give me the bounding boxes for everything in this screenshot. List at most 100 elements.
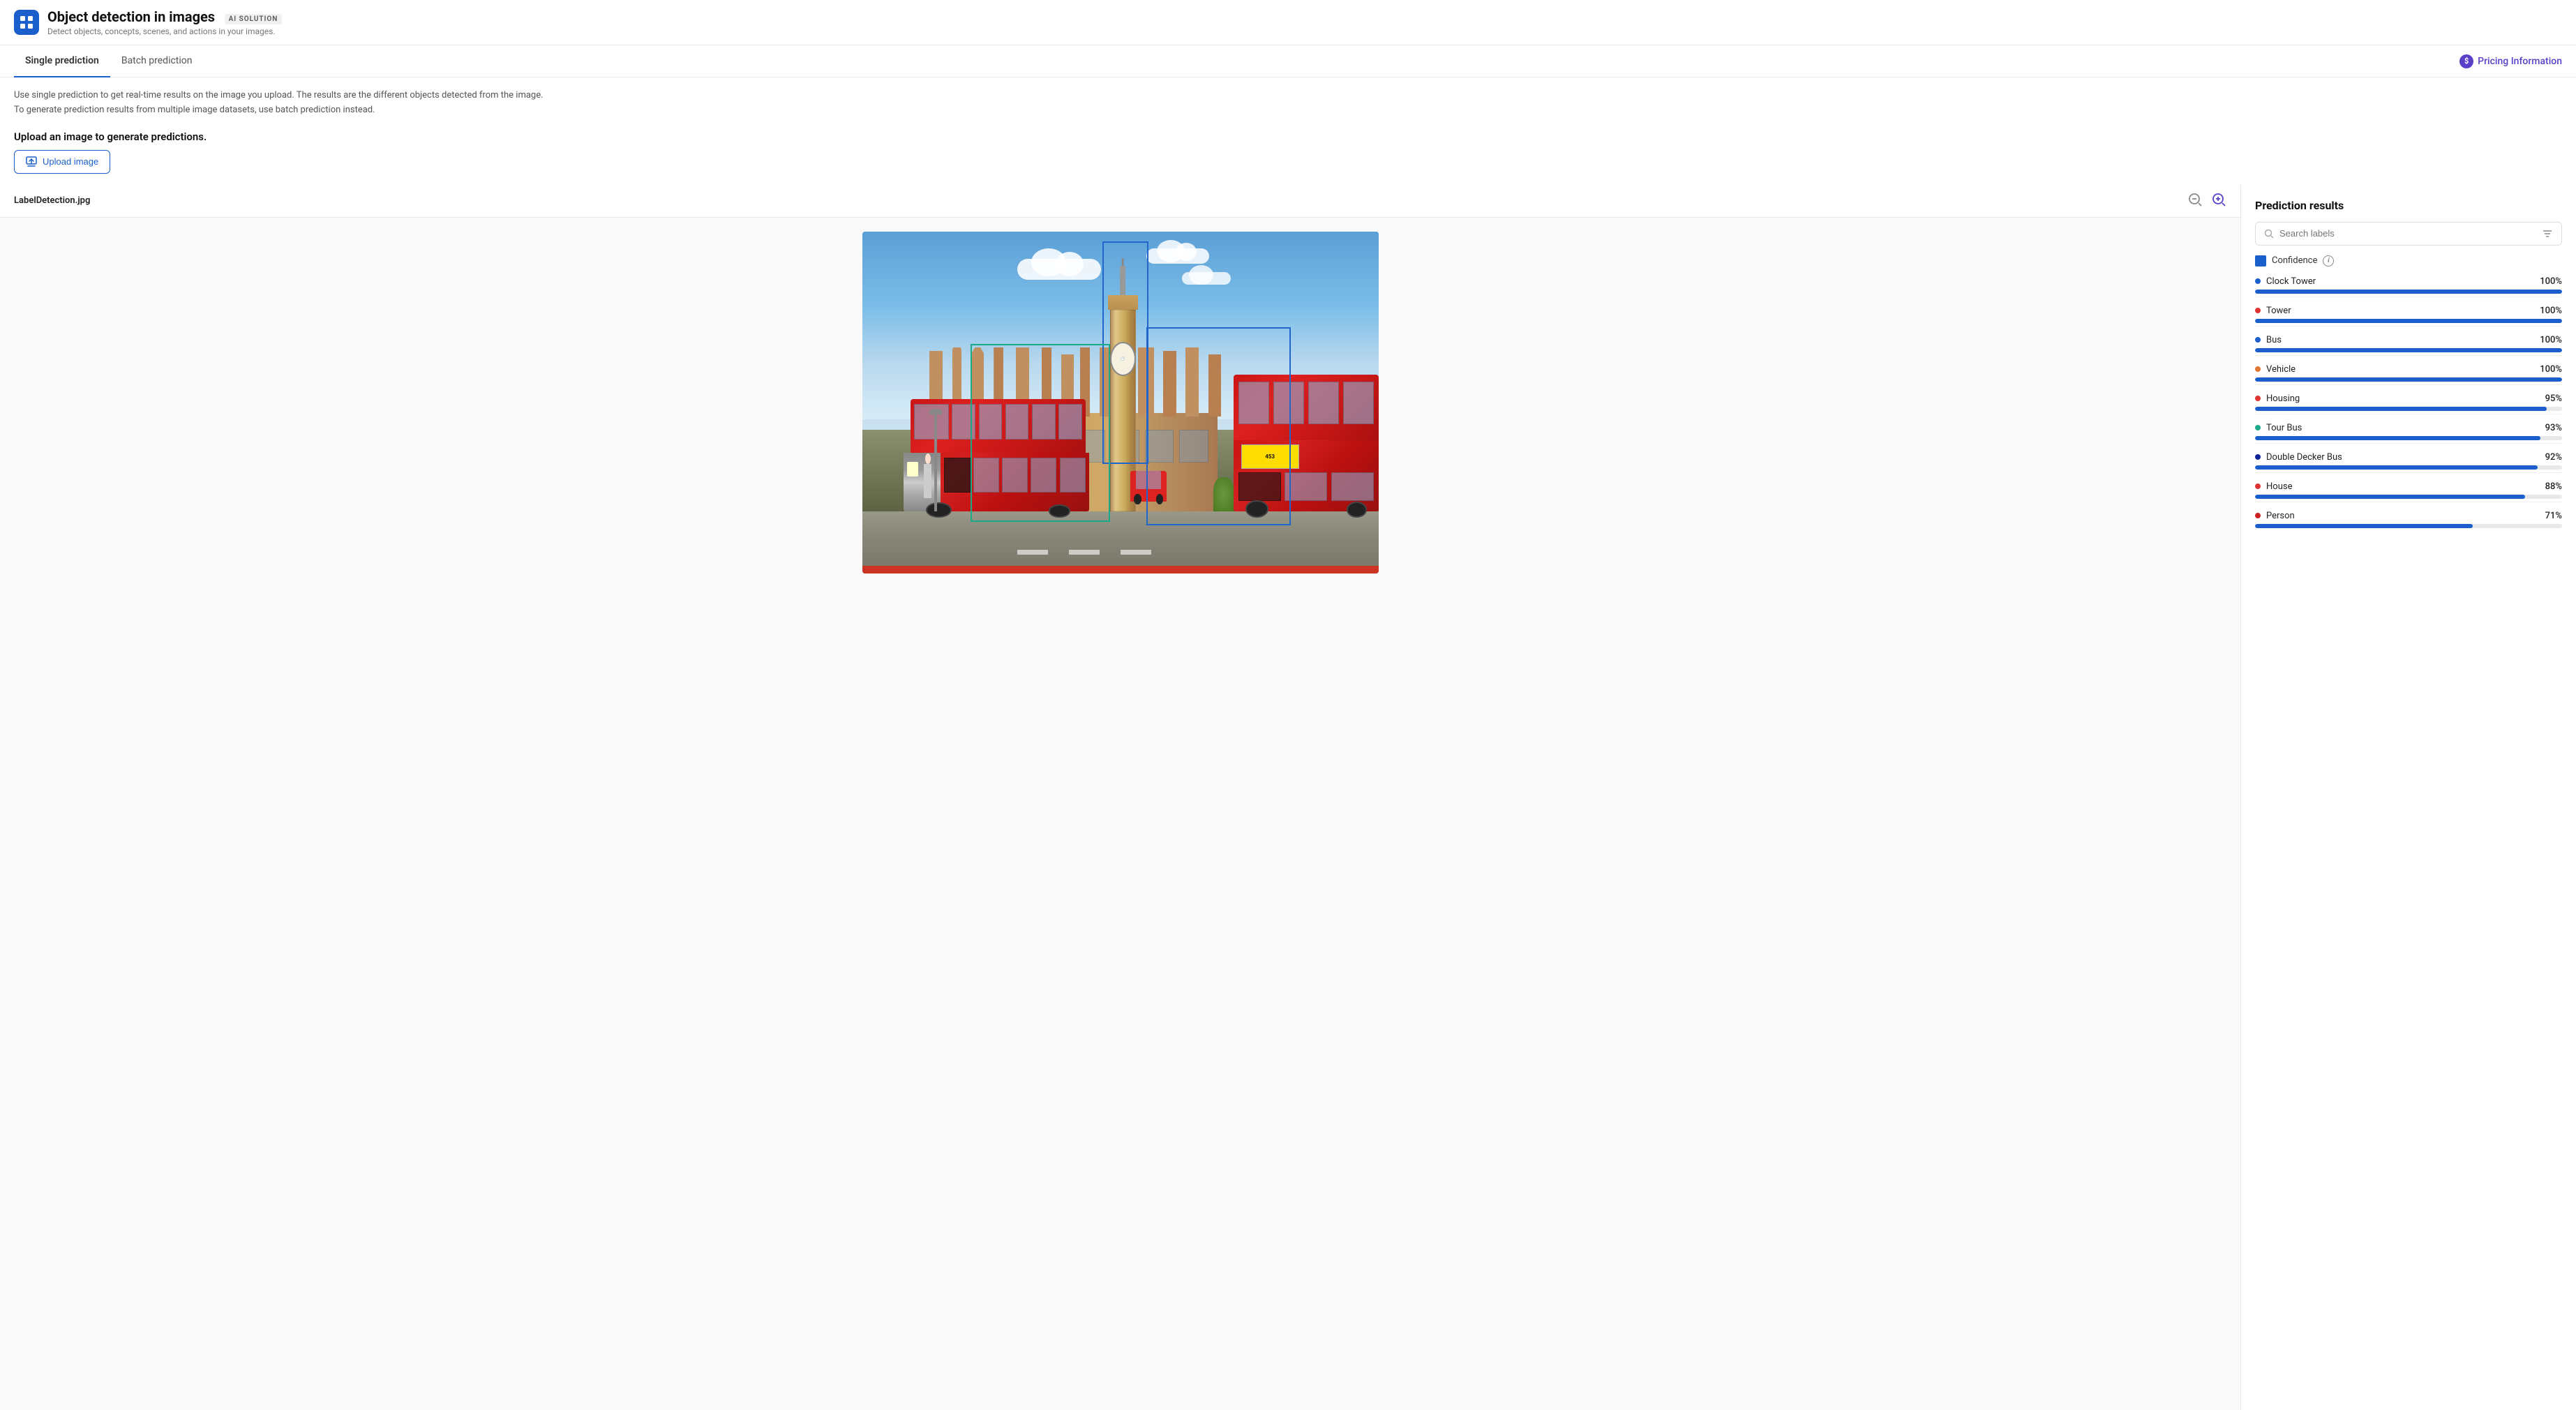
cloud3 [1182, 272, 1231, 285]
app-logo [14, 10, 39, 35]
pricing-label: Pricing Information [2478, 56, 2562, 67]
app-subtitle: Detect objects, concepts, scenes, and ac… [47, 27, 282, 36]
image-wrapper: 🕐 [862, 232, 1379, 573]
cloud2 [1146, 248, 1209, 264]
prediction-item-clock-tower: Clock Tower 100% [2255, 276, 2562, 297]
app-header: Object detection in images AI SOLUTION D… [0, 0, 2576, 45]
prediction-item-housing: Housing 95% [2255, 393, 2562, 414]
bar-bg-clock-tower [2255, 290, 2562, 294]
results-panel: Prediction results Confidence i [2241, 185, 2576, 1410]
dot-bus [2255, 337, 2261, 343]
bar-fill-vehicle [2255, 377, 2562, 382]
bar-fill-double-decker-bus [2255, 465, 2538, 470]
bar-bg-vehicle [2255, 377, 2562, 382]
upload-section: Upload an image to generate predictions.… [0, 123, 2576, 185]
dot-double-decker-bus [2255, 454, 2261, 460]
pct-person: 71% [2545, 511, 2562, 521]
results-title: Prediction results [2255, 199, 2562, 212]
tree2 [1213, 477, 1234, 511]
description-line1: Use single prediction to get real-time r… [14, 89, 2562, 103]
info-icon[interactable]: i [2323, 255, 2334, 267]
bar-fill-person [2255, 524, 2473, 528]
pricing-link[interactable]: $ Pricing Information [2459, 54, 2562, 68]
pct-housing: 95% [2545, 393, 2562, 404]
label-tour-bus: Tour Bus [2266, 423, 2302, 433]
dot-tour-bus [2255, 425, 2261, 430]
prediction-item-house: House 88% [2255, 481, 2562, 502]
bar-bg-tower [2255, 319, 2562, 323]
prediction-item-vehicle: Vehicle 100% [2255, 364, 2562, 385]
bar-bg-bus [2255, 348, 2562, 352]
search-labels-input[interactable] [2279, 228, 2536, 239]
pct-double-decker-bus: 92% [2545, 452, 2562, 463]
label-house: House [2266, 481, 2292, 492]
label-vehicle: Vehicle [2266, 364, 2296, 375]
label-clock-tower: Clock Tower [2266, 276, 2316, 287]
tab-batch-prediction[interactable]: Batch prediction [110, 45, 204, 77]
bar-bg-double-decker-bus [2255, 465, 2562, 470]
pct-vehicle: 100% [2540, 364, 2562, 375]
pct-house: 88% [2545, 481, 2562, 492]
red-car [1130, 471, 1167, 502]
pct-bus: 100% [2540, 335, 2562, 345]
label-person: Person [2266, 511, 2295, 521]
prediction-item-bus: Bus 100% [2255, 335, 2562, 356]
zoom-in-button[interactable] [2211, 192, 2226, 210]
upload-icon [26, 156, 37, 167]
upload-button-label: Upload image [43, 156, 98, 167]
ai-badge: AI SOLUTION [225, 14, 283, 24]
prediction-item-tour-bus: Tour Bus 93% [2255, 423, 2562, 444]
lamppost [934, 409, 937, 511]
bar-fill-house [2255, 495, 2525, 499]
dot-vehicle [2255, 366, 2261, 372]
person-figure [924, 464, 931, 498]
upload-button[interactable]: Upload image [14, 150, 110, 174]
label-double-decker-bus: Double Decker Bus [2266, 452, 2342, 463]
cloud1 [1017, 259, 1101, 280]
confidence-color-box [2255, 255, 2266, 267]
app-title: Object detection in images [47, 8, 215, 25]
image-filename: LabelDetection.jpg [14, 195, 90, 206]
pct-tower: 100% [2540, 306, 2562, 316]
search-icon [2264, 229, 2274, 239]
bar-fill-tour-bus [2255, 436, 2540, 440]
image-container[interactable]: 🕐 [0, 218, 2240, 1410]
pct-clock-tower: 100% [2540, 276, 2562, 287]
description-area: Use single prediction to get real-time r… [0, 77, 2576, 123]
zoom-out-button[interactable] [2187, 192, 2203, 210]
road [862, 511, 1379, 573]
zoom-controls [2187, 192, 2226, 210]
bar-fill-clock-tower [2255, 290, 2562, 294]
dot-clock-tower [2255, 278, 2261, 284]
bar-fill-housing [2255, 407, 2547, 411]
scene-image: 🕐 [862, 232, 1379, 573]
dot-tower [2255, 308, 2261, 313]
image-toolbar: LabelDetection.jpg [0, 185, 2240, 218]
bus-right: 453 [1234, 375, 1378, 511]
dot-housing [2255, 396, 2261, 401]
zoom-in-icon [2211, 192, 2226, 207]
pct-tour-bus: 93% [2545, 423, 2562, 433]
image-panel: LabelDetection.jpg [0, 185, 2241, 1410]
tab-single-prediction[interactable]: Single prediction [14, 45, 110, 77]
logo-icon [19, 15, 34, 30]
tabs-bar: Single prediction Batch prediction $ Pri… [0, 45, 2576, 77]
bar-bg-tour-bus [2255, 436, 2562, 440]
prediction-item-tower: Tower 100% [2255, 306, 2562, 327]
prediction-item-person: Person 71% [2255, 511, 2562, 528]
dot-person [2255, 513, 2261, 518]
confidence-label: Confidence [2272, 255, 2317, 266]
predictions-list: Clock Tower 100% Tower 100% Bus 100% [2255, 276, 2562, 537]
bar-bg-house [2255, 495, 2562, 499]
label-housing: Housing [2266, 393, 2300, 404]
bar-bg-housing [2255, 407, 2562, 411]
prediction-item-double-decker-bus: Double Decker Bus 92% [2255, 452, 2562, 473]
bar-fill-tower [2255, 319, 2562, 323]
description-line2: To generate prediction results from mult… [14, 103, 2562, 118]
search-labels-container [2255, 222, 2562, 246]
confidence-legend: Confidence i [2255, 255, 2562, 267]
dot-house [2255, 483, 2261, 489]
main-content: LabelDetection.jpg [0, 185, 2576, 1410]
label-tower: Tower [2266, 306, 2291, 316]
filter-icon[interactable] [2542, 228, 2553, 239]
